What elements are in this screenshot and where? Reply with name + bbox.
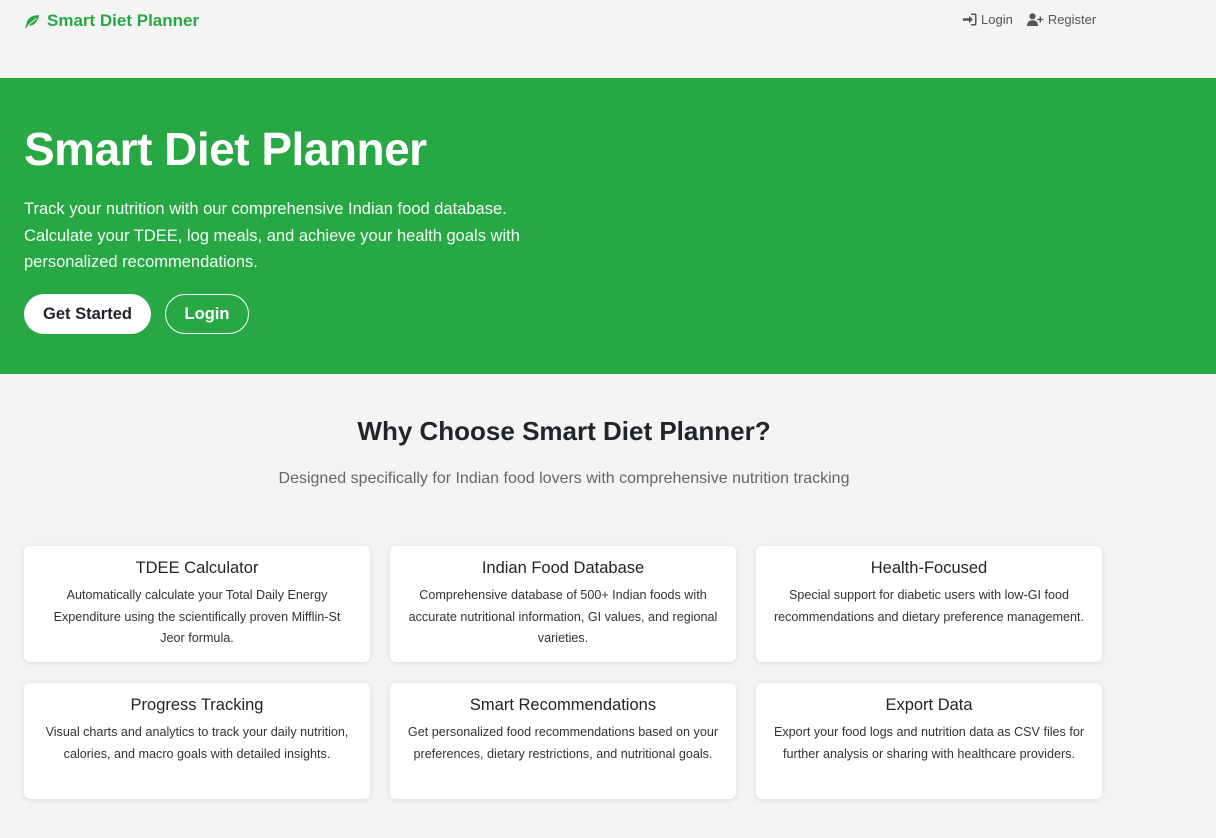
- feature-card-export: Export Data Export your food logs and nu…: [756, 683, 1102, 799]
- feature-card-text: Get personalized food recommendations ba…: [407, 725, 719, 761]
- get-started-button[interactable]: Get Started: [24, 294, 151, 334]
- nav-login-label: Login: [981, 12, 1013, 27]
- hero-login-button[interactable]: Login: [165, 294, 249, 334]
- top-navbar: Smart Diet Planner Login Register: [0, 0, 1216, 42]
- feature-card-title: Indian Food Database: [481, 559, 645, 577]
- nav-login-link[interactable]: Login: [963, 12, 1013, 27]
- feature-card-text: Export your food logs and nutrition data…: [773, 725, 1085, 761]
- hero-lead: Track your nutrition with our comprehens…: [24, 200, 520, 271]
- hero-title: Smart Diet Planner: [24, 123, 427, 175]
- feature-card-text: Comprehensive database of 500+ Indian fo…: [408, 588, 718, 645]
- brand-link[interactable]: Smart Diet Planner: [24, 11, 199, 31]
- feature-card-recommendations: Smart Recommendations Get personalized f…: [390, 683, 736, 799]
- feature-card-health: Health-Focused Special support for diabe…: [756, 546, 1102, 662]
- hero-section: Smart Diet Planner Track your nutrition …: [0, 78, 1216, 374]
- leaf-icon: [24, 14, 40, 28]
- brand-name: Smart Diet Planner: [47, 11, 200, 30]
- nav-register-label: Register: [1047, 12, 1097, 27]
- feature-cards: TDEE Calculator Automatically calculate …: [24, 546, 1103, 799]
- feature-card-progress: Progress Tracking Visual charts and anal…: [24, 683, 370, 799]
- feature-card-title: Smart Recommendations: [469, 696, 657, 714]
- feature-card-text: Special support for diabetic users with …: [773, 588, 1085, 624]
- feature-card-tdee: TDEE Calculator Automatically calculate …: [24, 546, 370, 662]
- user-plus-icon: [1026, 13, 1044, 26]
- features-subtitle: Designed specifically for Indian food lo…: [278, 470, 850, 487]
- feature-card-text: Visual charts and analytics to track you…: [45, 725, 349, 761]
- feature-card-title: Export Data: [885, 696, 973, 714]
- sign-in-icon: [963, 13, 977, 26]
- nav-links: Login Register: [963, 12, 1096, 27]
- feature-card-title: TDEE Calculator: [135, 559, 259, 577]
- nav-register-link[interactable]: Register: [1026, 12, 1097, 27]
- feature-card-text: Automatically calculate your Total Daily…: [53, 588, 341, 645]
- features-title: Why Choose Smart Diet Planner?: [357, 416, 771, 446]
- feature-card-title: Health-Focused: [870, 559, 988, 577]
- feature-card-title: Progress Tracking: [130, 696, 264, 714]
- feature-card-food-database: Indian Food Database Comprehensive datab…: [390, 546, 736, 662]
